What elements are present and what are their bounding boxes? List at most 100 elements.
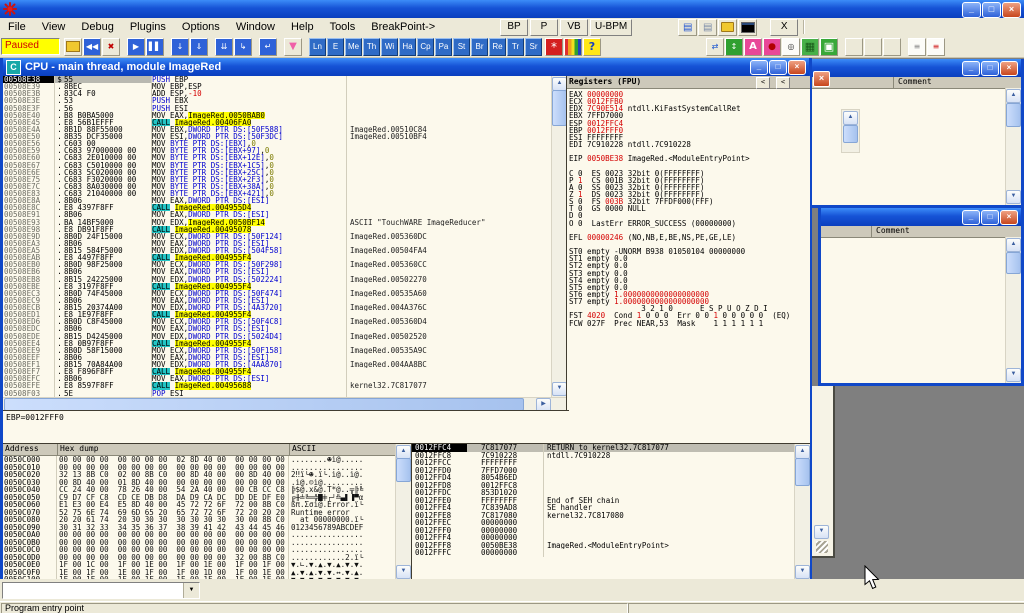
stack-row[interactable]: 0012FFC87C910228ntdll.7C910228 <box>412 452 810 460</box>
scroll-down-icon[interactable]: ▼ <box>1006 368 1021 382</box>
disasm-row[interactable]: 00508EDC.8B06MOV EAX,DWORD PTR DS:[ESI] <box>3 325 551 332</box>
menu-close-button[interactable]: X <box>770 19 798 36</box>
disasm-row[interactable]: 00508EB8.8B15 24225000MOV EDX,DWORD PTR … <box>3 276 551 283</box>
child-window-2-titlebar[interactable]: _ □ × <box>821 208 1021 226</box>
disasm-row[interactable]: 00508E56.C603 00MOV BYTE PTR DS:[EBX],0 <box>3 140 551 147</box>
scrollbar-thumb[interactable] <box>795 458 810 486</box>
child-window-3-sliver[interactable]: ▼ <box>812 386 835 558</box>
cpu-window[interactable]: C CPU - main thread, module ImageRed _ □… <box>0 58 812 582</box>
maximize-button[interactable]: □ <box>982 2 1001 18</box>
spiral-icon[interactable]: ◎ <box>782 38 800 56</box>
disasm-row[interactable]: 00508E50.8B35 DCF35000MOV ESI,DWORD PTR … <box>3 133 551 140</box>
log-window-icon[interactable]: ▤ <box>678 19 697 36</box>
stack-scrollbar[interactable]: ▲ ▼ <box>794 444 810 580</box>
disasm-row[interactable]: 00508E7C.C683 8A030000 00MOV BYTE PTR DS… <box>3 183 551 190</box>
disasm-row[interactable]: 00508E93.BA 14BF5000MOV EDX,ImageRed.005… <box>3 219 551 226</box>
disasm-row[interactable]: 00508EFE.E8 8597F8FFCALL ImageRed.004956… <box>3 382 551 389</box>
scroll-up-icon[interactable]: ▲ <box>1006 89 1021 103</box>
minimize-button[interactable]: _ <box>962 2 981 18</box>
scroll-down-icon[interactable]: ▼ <box>1006 190 1021 204</box>
open-folder-icon[interactable] <box>718 19 737 36</box>
disasm-row[interactable]: 00508E38$55PUSH EBP <box>3 76 551 83</box>
empty-button-1[interactable] <box>845 38 863 56</box>
disasm-row[interactable]: 00508E4A.8B1D 88F55000MOV EBX,DWORD PTR … <box>3 126 551 133</box>
registers-pane[interactable]: Registers (FPU) < < EAX 00000000ECX 0012… <box>566 76 810 443</box>
disasm-row[interactable]: 00508E3B.83C4 F0ADD ESP,-10 <box>3 90 551 97</box>
stack-row[interactable]: 0012FFD48054B6ED <box>412 474 810 482</box>
scrollbar[interactable]: ▲ ▼ <box>1005 237 1021 383</box>
disasm-row[interactable]: 00508E3F.56PUSH ESI <box>3 105 551 112</box>
notes-window-icon[interactable]: ▤ <box>698 19 717 36</box>
disasm-row[interactable]: 00508E60.C683 2E010000 00MOV BYTE PTR DS… <box>3 154 551 161</box>
maximize-button[interactable]: □ <box>981 210 999 225</box>
chevron-down-icon[interactable]: ▼ <box>183 583 199 598</box>
disasm-row[interactable]: 00508E8A.8B06MOV EAX,DWORD PTR DS:[ESI] <box>3 197 551 204</box>
command-input[interactable] <box>3 583 183 598</box>
disasm-row[interactable]: 00508EB0.8B0D 98F25000MOV ECX,DWORD PTR … <box>3 261 551 268</box>
disasm-row[interactable]: 00508EA5.8B15 584F5000MOV EDX,DWORD PTR … <box>3 247 551 254</box>
maximize-button[interactable]: □ <box>981 61 999 76</box>
pane-button-cp[interactable]: Cp <box>417 38 434 56</box>
disasm-row[interactable]: 00508EE4.E8 0B97F8FFCALL ImageRed.004955… <box>3 340 551 347</box>
scrollbar-thumb[interactable] <box>1006 252 1021 274</box>
stack-row[interactable]: 0012FFEC00000000 <box>412 519 810 527</box>
disasm-row[interactable]: 00508ECB.8B15 20374A00MOV EDX,DWORD PTR … <box>3 304 551 311</box>
scroll-up-icon[interactable]: ▲ <box>1006 238 1021 252</box>
pane-button-tr[interactable]: Tr <box>507 38 524 56</box>
cpu-window-titlebar[interactable]: C CPU - main thread, module ImageRed _ □… <box>3 58 809 76</box>
menu-item-plugins[interactable]: Plugins <box>122 19 174 35</box>
disasm-row[interactable]: 00508ED6.8B0D C8F45000MOV ECX,DWORD PTR … <box>3 318 551 325</box>
register-line[interactable]: EDI 7C910228 ntdll.7C910228 <box>569 141 810 148</box>
record-icon[interactable]: ● <box>763 38 781 56</box>
child-window-2[interactable]: _ □ × Comment ▲ ▼ <box>818 208 1024 386</box>
animate-over-icon[interactable]: ↳ <box>234 38 252 56</box>
pane-button-re[interactable]: Re <box>489 38 506 56</box>
disassembly-scrollbar[interactable]: ▲ ▼ <box>551 76 567 397</box>
disasm-row[interactable]: 00508F03.5EPOP ESI <box>3 390 551 397</box>
execute-till-return-icon[interactable]: ↵ <box>259 38 277 56</box>
stack-row[interactable]: 0012FFE47C839AD8SE handler <box>412 504 810 512</box>
stack-row[interactable]: 0012FFC47C817077RETURN to kernel32.7C817… <box>412 444 810 452</box>
menu-button-bp[interactable]: BP <box>500 19 528 36</box>
scrollbar[interactable]: ▲ ▼ <box>1005 88 1021 205</box>
disasm-row[interactable]: 00508E98.E8 DB91F8FFCALL ImageRed.004950… <box>3 226 551 233</box>
close-icon[interactable]: × <box>813 71 830 87</box>
child-window-1-titlebar[interactable]: _ □ × <box>809 59 1021 77</box>
scroll-down-icon[interactable]: ▼ <box>552 382 567 396</box>
disasm-row[interactable]: 00508E59.C683 97000000 00MOV BYTE PTR DS… <box>3 147 551 154</box>
stack-row[interactable]: 0012FFFC00000000 <box>412 549 810 557</box>
swap-arrows-icon[interactable]: ⇄ <box>706 38 724 56</box>
disasm-row[interactable]: 00508ED1.E8 1E97F8FFCALL ImageRed.004955… <box>3 311 551 318</box>
stack-pane[interactable]: 0012FFC47C817077RETURN to kernel32.7C817… <box>411 443 810 580</box>
step-into-icon[interactable]: ↓ <box>171 38 189 56</box>
disasm-row[interactable]: 00508EC9.8B06MOV EAX,DWORD PTR DS:[ESI] <box>3 297 551 304</box>
empty-button-2[interactable] <box>864 38 882 56</box>
disasm-row[interactable]: 00508EEF.8B06MOV EAX,DWORD PTR DS:[ESI] <box>3 354 551 361</box>
close-button[interactable]: × <box>1002 2 1021 18</box>
close-button[interactable]: × <box>788 60 806 75</box>
info-pane[interactable]: EBP=0012FFF0 <box>3 410 569 446</box>
scroll-up-icon[interactable]: ▲ <box>552 77 567 91</box>
disasm-row[interactable]: 00508EB6.8B06MOV EAX,DWORD PTR DS:[ESI] <box>3 268 551 275</box>
disasm-row[interactable]: 00508E91.8B06MOV EAX,DWORD PTR DS:[ESI] <box>3 211 551 218</box>
pixel-grid-icon[interactable]: ▦ <box>801 38 819 56</box>
stack-row[interactable]: 0012FFDC853D1020 <box>412 489 810 497</box>
stack-row[interactable]: 0012FFE87C817080kernel32.7C817080 <box>412 512 810 520</box>
scroll-down-icon[interactable]: ▼ <box>795 565 810 579</box>
disasm-row[interactable]: 00508EE9.8B0D 58F15000MOV ECX,DWORD PTR … <box>3 347 551 354</box>
disasm-row[interactable]: 00508E3E.53PUSH EBX <box>3 97 551 104</box>
maximize-button[interactable]: □ <box>769 60 787 75</box>
pane-button-ln[interactable]: Ln <box>309 38 326 56</box>
minimize-button[interactable]: _ <box>962 210 980 225</box>
menu-button-vb[interactable]: VB <box>560 19 588 36</box>
scroll-up-icon[interactable]: ▲ <box>843 111 858 125</box>
minimize-button[interactable]: _ <box>750 60 768 75</box>
disasm-row[interactable]: 00508E75.C683 F3020000 00MOV BYTE PTR DS… <box>3 176 551 183</box>
scroll-down-icon[interactable]: ▼ <box>396 565 411 579</box>
menu-item-options[interactable]: Options <box>174 19 228 35</box>
stack-row[interactable]: 0012FFD07FFD7000 <box>412 467 810 475</box>
stack-row[interactable]: 0012FFCCFFFFFFFF <box>412 459 810 467</box>
menu-button-u-bpm[interactable]: U-BPM <box>590 19 632 36</box>
updown-green-icon[interactable]: ↕ <box>725 38 743 56</box>
doc-lines-icon[interactable]: ≡ <box>908 38 926 56</box>
